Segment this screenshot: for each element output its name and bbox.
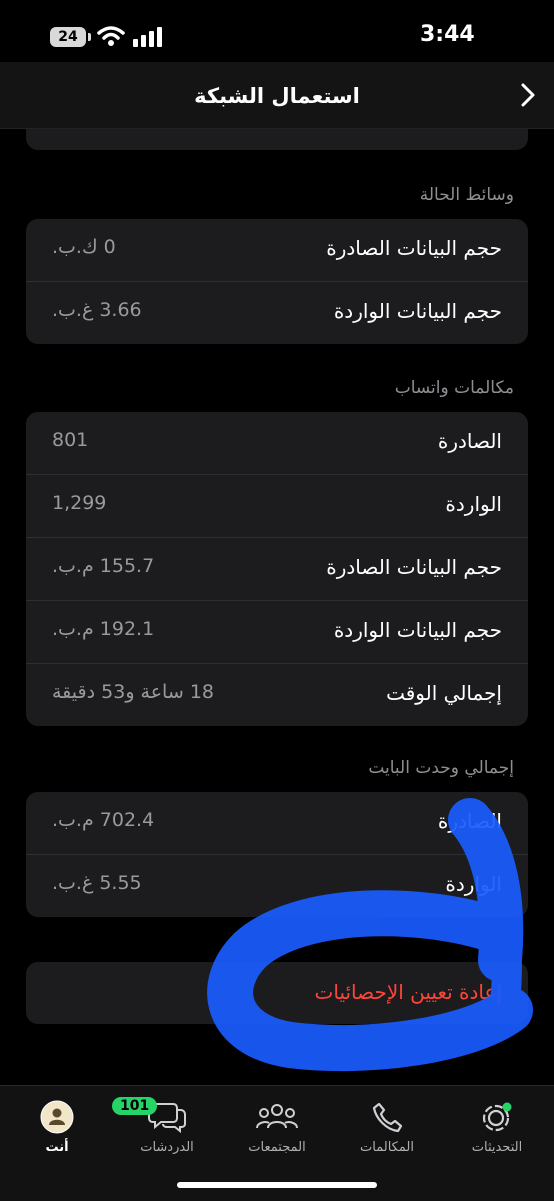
back-chevron-icon[interactable]	[520, 82, 536, 108]
list-item: الصادرة 702.4 م.ب.	[26, 792, 528, 855]
list-item: حجم البيانات الواردة 3.66 غ.ب.	[26, 282, 528, 344]
battery-tip	[88, 33, 91, 41]
row-label: حجم البيانات الصادرة	[326, 236, 502, 260]
navigation-bar: استعمال الشبكة	[0, 62, 554, 129]
row-value: 0 ك.ب.	[52, 236, 116, 258]
wifi-icon	[97, 26, 125, 46]
list-item: حجم البيانات الصادرة 155.7 م.ب.	[26, 538, 528, 601]
list-item: الواردة 1,299	[26, 475, 528, 538]
communities-icon	[256, 1104, 298, 1129]
reset-statistics-button[interactable]: إعادة تعيين الإحصائيات	[26, 962, 528, 1024]
row-value: 5.55 غ.ب.	[52, 872, 142, 894]
row-label: حجم البيانات الواردة	[333, 618, 502, 642]
tab-label: المجتمعات	[248, 1140, 306, 1155]
tab-updates[interactable]: التحديثات	[452, 1100, 542, 1155]
page-title: استعمال الشبكة	[194, 84, 360, 108]
row-value: 192.1 م.ب.	[52, 618, 155, 640]
total-bytes-card: الصادرة 702.4 م.ب. الواردة 5.55 غ.ب.	[26, 792, 528, 917]
tab-calls[interactable]: المكالمات	[342, 1100, 432, 1155]
list-item: الصادرة 801	[26, 412, 528, 475]
tab-you[interactable]: أنت	[12, 1100, 102, 1155]
tab-communities[interactable]: المجتمعات	[232, 1100, 322, 1155]
list-item: الواردة 5.55 غ.ب.	[26, 855, 528, 917]
reset-statistics-label: إعادة تعيين الإحصائيات	[314, 980, 502, 1004]
section-header-total-bytes: إجمالي وحدت البايت	[368, 758, 514, 778]
list-item: إجمالي الوقت 18 ساعة و53 دقيقة	[26, 664, 528, 726]
whatsapp-calls-card: الصادرة 801 الواردة 1,299 حجم البيانات ا…	[26, 412, 528, 726]
row-label: الواردة	[445, 872, 502, 896]
row-value: 155.7 م.ب.	[52, 555, 155, 577]
section-header-whatsapp-calls: مكالمات واتساب	[394, 378, 514, 398]
tab-label: التحديثات	[471, 1140, 523, 1155]
home-indicator	[177, 1182, 377, 1188]
row-value: 3.66 غ.ب.	[52, 299, 142, 321]
status-time: 3:44	[420, 22, 475, 47]
row-value: 18 ساعة و53 دقيقة	[52, 681, 214, 703]
unread-chats-badge: 101	[112, 1097, 158, 1115]
list-item: حجم البيانات الواردة 192.1 م.ب.	[26, 601, 528, 664]
row-label: الصادرة	[437, 809, 502, 833]
row-label: حجم البيانات الصادرة	[326, 555, 502, 579]
section-header-status-media: وسائط الحالة	[419, 185, 514, 205]
list-item: حجم البيانات الصادرة 0 ك.ب.	[26, 219, 528, 282]
row-label: حجم البيانات الواردة	[333, 299, 502, 323]
row-label: إجمالي الوقت	[386, 681, 502, 705]
avatar-icon	[40, 1100, 74, 1134]
row-value: 1,299	[52, 492, 107, 514]
row-label: الصادرة	[437, 429, 502, 453]
tab-label: الدردشات	[140, 1140, 194, 1155]
tab-label: المكالمات	[360, 1140, 414, 1155]
cellular-signal-icon	[133, 27, 162, 47]
phone-icon	[372, 1102, 403, 1133]
battery-icon: 24	[50, 27, 86, 47]
updates-icon	[482, 1102, 512, 1132]
row-label: الواردة	[445, 492, 502, 516]
tab-label: أنت	[45, 1140, 69, 1155]
row-value: 702.4 م.ب.	[52, 809, 155, 831]
status-media-card: حجم البيانات الصادرة 0 ك.ب. حجم البيانات…	[26, 219, 528, 344]
row-value: 801	[52, 429, 89, 451]
